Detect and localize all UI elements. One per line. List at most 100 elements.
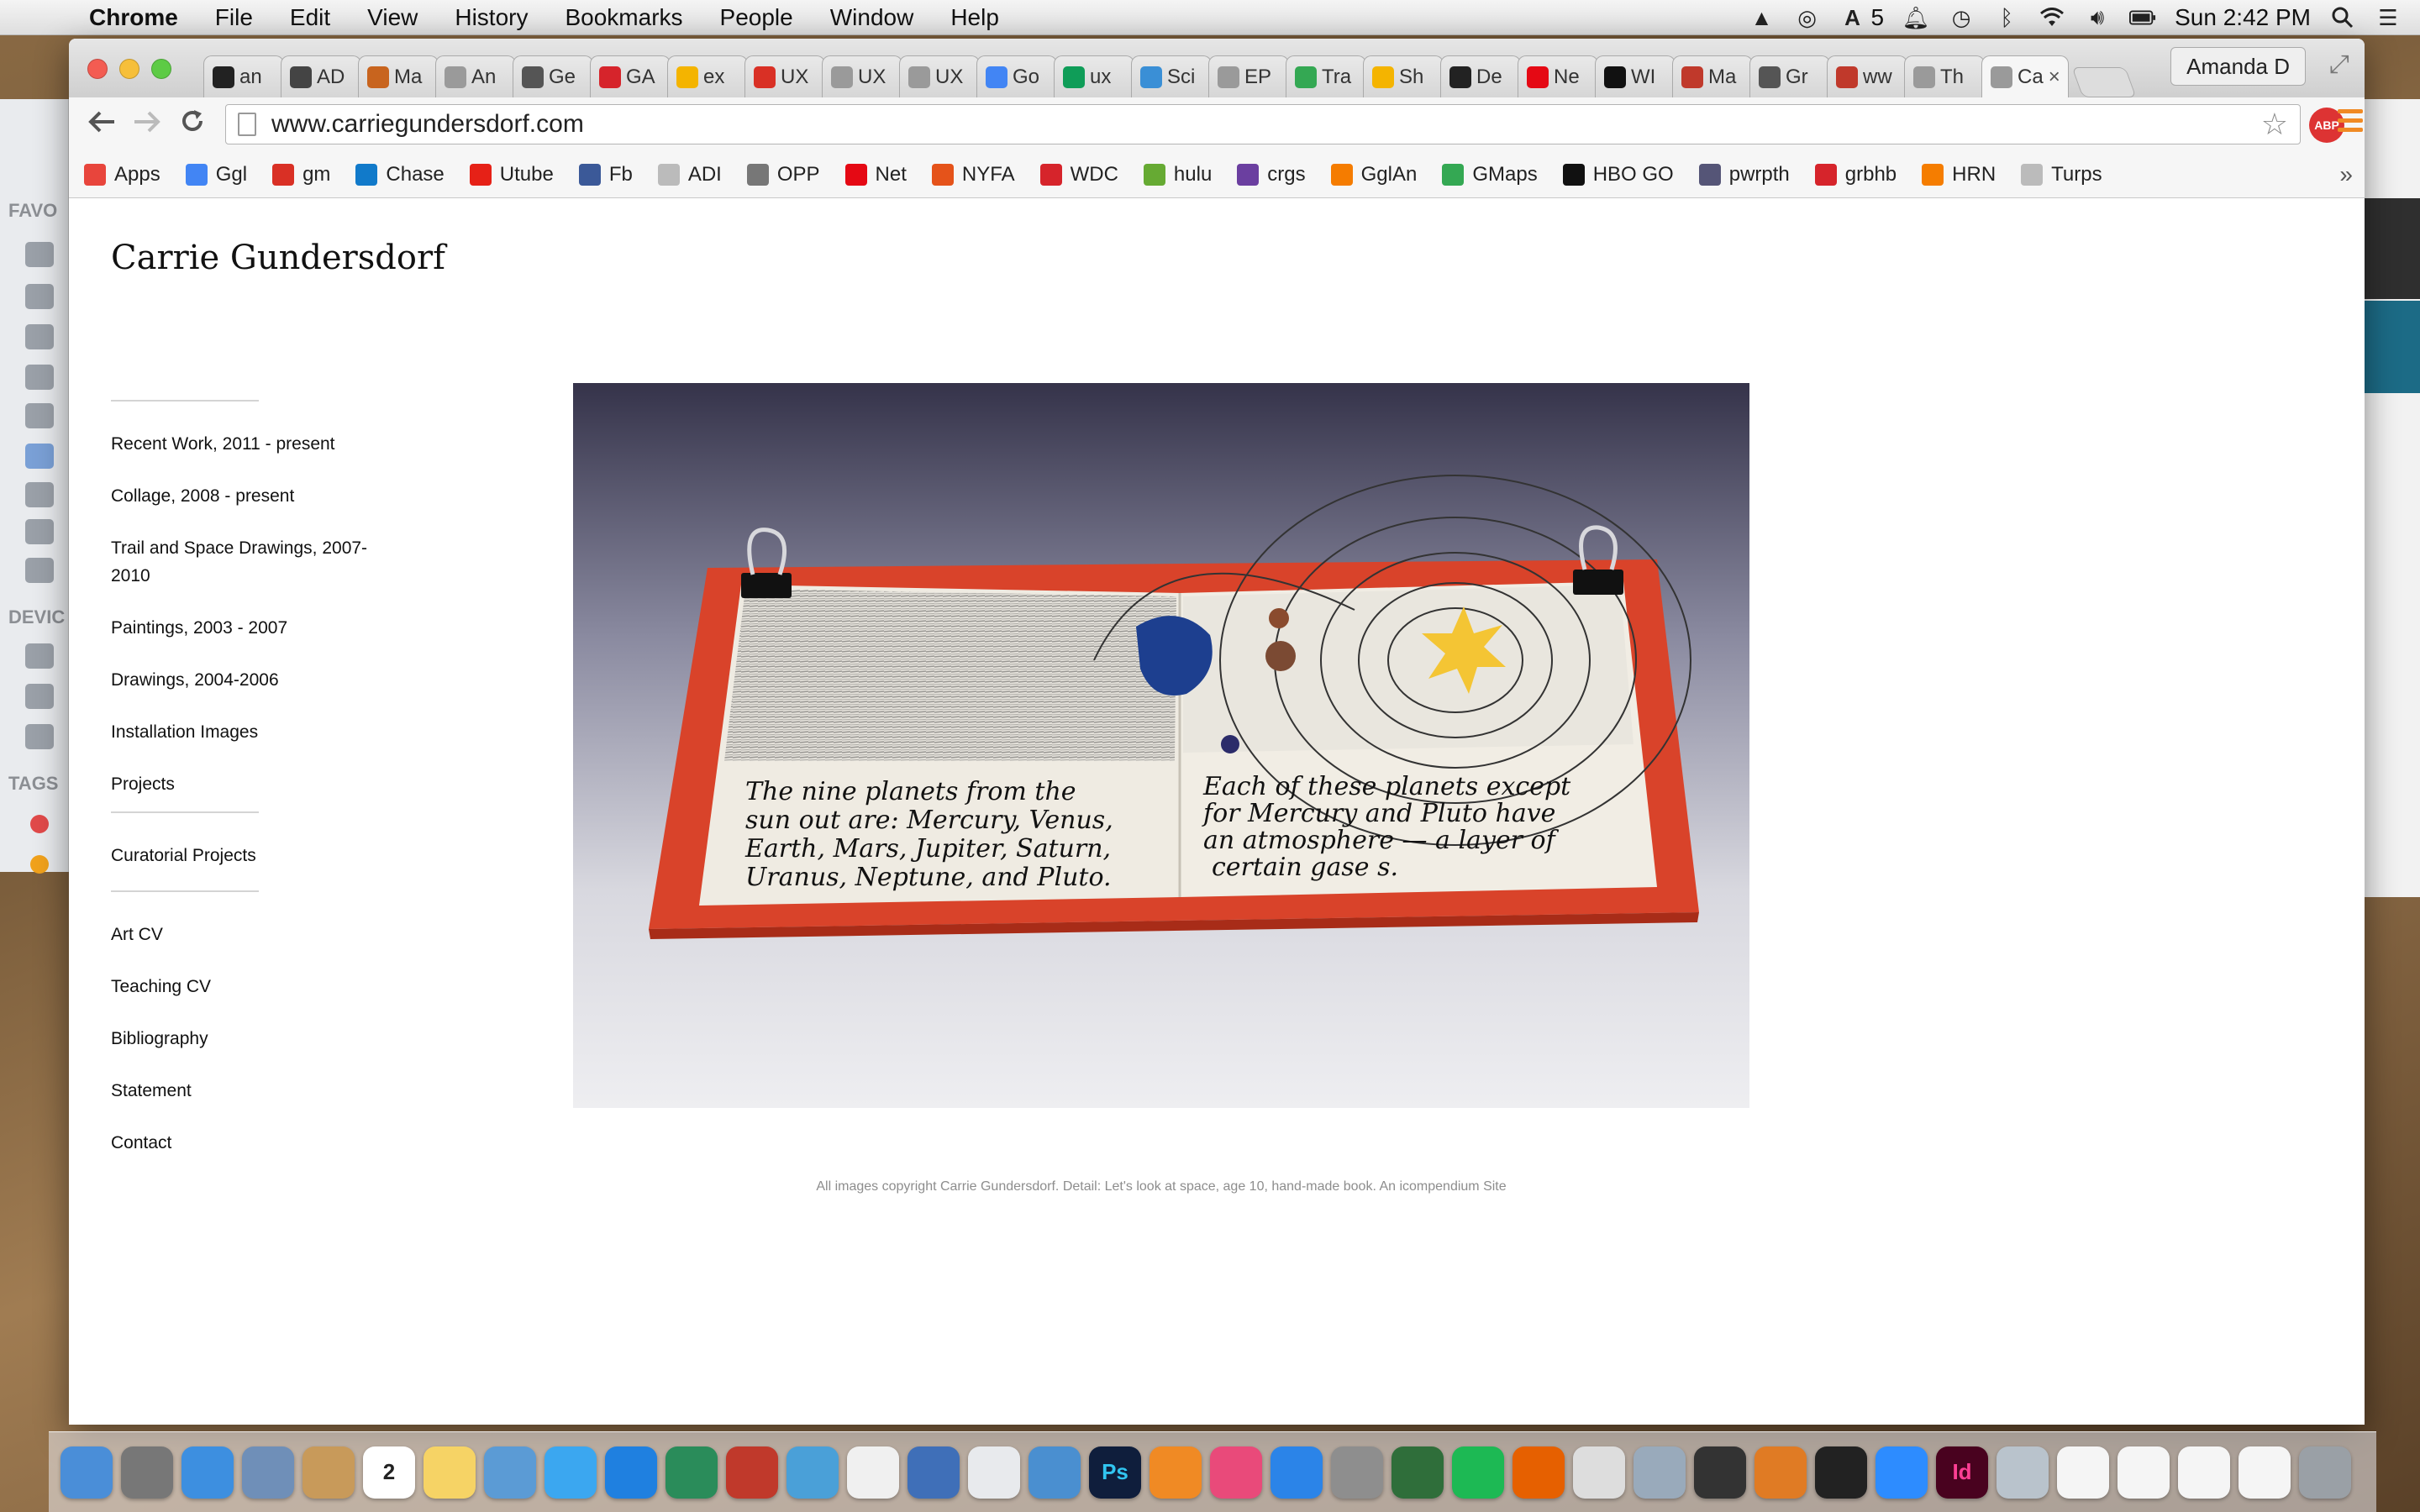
bookmark-item[interactable]: NYFA (931, 163, 1015, 186)
appstore-icon[interactable] (1270, 1446, 1323, 1499)
notification-center-icon[interactable]: ☰ (2375, 4, 2402, 31)
bookmark-item[interactable]: grbhb (1814, 163, 1897, 186)
browser-tab[interactable]: Go (976, 55, 1057, 97)
folder-icon[interactable] (1996, 1446, 2049, 1499)
nav-curatorial-projects[interactable]: Curatorial Projects (111, 842, 430, 869)
notes-icon[interactable] (424, 1446, 476, 1499)
nav-paintings[interactable]: Paintings, 2003 - 2007 (111, 614, 430, 642)
bookmarks-overflow-button[interactable]: » (2339, 161, 2353, 188)
finder-folder-icon[interactable] (25, 242, 54, 267)
browser-tab[interactable]: Tra (1286, 55, 1366, 97)
document-icon[interactable] (2238, 1446, 2291, 1499)
menu-window[interactable]: Window (812, 4, 933, 31)
menu-clock[interactable]: Sun 2:42 PM (2175, 4, 2311, 31)
headphones-icon[interactable]: ◎ (1794, 4, 1821, 31)
chrome-menu-button[interactable] (2338, 109, 2363, 137)
back-button[interactable] (79, 107, 124, 142)
wifi-icon[interactable] (2039, 4, 2065, 31)
battery-icon[interactable] (2129, 4, 2156, 31)
browser-tab[interactable]: Ne (1518, 55, 1598, 97)
bookmark-item[interactable]: WDC (1039, 163, 1118, 186)
preview-icon[interactable] (484, 1446, 536, 1499)
bookmark-item[interactable]: hulu (1143, 163, 1212, 186)
address-bar[interactable]: www.carriegundersdorf.com ☆ (225, 104, 2301, 144)
zoom-icon[interactable] (1876, 1446, 1928, 1499)
browser-tab[interactable]: An (435, 55, 516, 97)
facetime-icon[interactable] (666, 1446, 718, 1499)
tag-orange-icon[interactable] (30, 855, 49, 874)
nav-statement[interactable]: Statement (111, 1077, 430, 1105)
finder-disk-icon[interactable] (25, 643, 54, 669)
nav-recent-work[interactable]: Recent Work, 2011 - present (111, 430, 430, 458)
volume-icon[interactable]: 🔊︎ (2084, 4, 2111, 31)
reload-button[interactable] (170, 107, 215, 142)
document-icon[interactable] (2118, 1446, 2170, 1499)
browser-tab[interactable]: Sci (1131, 55, 1212, 97)
nav-contact[interactable]: Contact (111, 1129, 430, 1157)
itunes-icon[interactable] (1210, 1446, 1262, 1499)
browser-tab[interactable]: Ma (358, 55, 439, 97)
bookmark-item[interactable]: crgs (1237, 163, 1306, 186)
safari-icon[interactable] (182, 1446, 234, 1499)
photoshop-icon[interactable]: Ps (1089, 1446, 1141, 1499)
nav-projects[interactable]: Projects (111, 770, 430, 798)
browser-tab[interactable]: ex (667, 55, 748, 97)
finder-documents-icon[interactable] (25, 284, 54, 309)
finder-icon[interactable] (60, 1446, 113, 1499)
menu-app-chrome[interactable]: Chrome (71, 4, 197, 31)
finder-downloads-icon[interactable] (25, 482, 54, 507)
mail-bird-icon[interactable] (242, 1446, 294, 1499)
bookmark-item[interactable]: Apps (84, 163, 160, 186)
time-machine-icon[interactable]: ◷ (1948, 4, 1975, 31)
minimize-window-button[interactable] (119, 59, 139, 79)
browser-tab[interactable]: ux (1054, 55, 1134, 97)
browser-tab[interactable]: WI (1595, 55, 1676, 97)
browser-tab[interactable]: Gr (1749, 55, 1830, 97)
browser-tab[interactable]: GA (590, 55, 671, 97)
document-icon[interactable] (2057, 1446, 2109, 1499)
browser-tab[interactable]: ww (1827, 55, 1907, 97)
browser-tab[interactable]: Ge (513, 55, 593, 97)
dropbox-icon[interactable] (605, 1446, 657, 1499)
finder-drive-icon[interactable] (25, 684, 54, 709)
bookmark-item[interactable]: Utube (469, 163, 554, 186)
bookmark-item[interactable]: ADI (657, 163, 722, 186)
finder-desktop-icon[interactable] (25, 403, 54, 428)
tag-red-icon[interactable] (30, 815, 49, 833)
ibooks-icon[interactable] (1150, 1446, 1202, 1499)
bookmark-item[interactable]: Ggl (185, 163, 247, 186)
artwork-image[interactable]: The nine planets from the sun out are: M… (573, 383, 1749, 1108)
close-tab-icon[interactable]: × (2049, 66, 2060, 89)
sublime-icon[interactable] (1754, 1446, 1807, 1499)
browser-tab[interactable]: Sh (1363, 55, 1444, 97)
browser-tab[interactable]: De (1440, 55, 1521, 97)
bookmark-item[interactable]: GglAn (1330, 163, 1417, 186)
adobe-updates-badge[interactable]: A 5 (1839, 4, 1884, 31)
bookmark-item[interactable]: Turps (2021, 163, 2102, 186)
indesign-icon[interactable]: Id (1936, 1446, 1988, 1499)
finder-airdrop-icon[interactable] (25, 324, 54, 349)
bookmark-item[interactable]: Net (844, 163, 907, 186)
github-icon[interactable] (1815, 1446, 1867, 1499)
nav-art-cv[interactable]: Art CV (111, 921, 430, 948)
close-window-button[interactable] (87, 59, 108, 79)
photobooth-icon[interactable] (726, 1446, 778, 1499)
trash-icon[interactable] (2299, 1446, 2351, 1499)
menu-help[interactable]: Help (932, 4, 1018, 31)
bookmark-item[interactable]: HRN (1922, 163, 1996, 186)
menu-bookmarks[interactable]: Bookmarks (546, 4, 701, 31)
preview-photo-icon[interactable] (1634, 1446, 1686, 1499)
notification-bell-icon[interactable]: 🔔︎ (1902, 4, 1930, 31)
finder-applications-icon[interactable] (25, 365, 54, 390)
bookmark-item[interactable]: gm (272, 163, 330, 186)
nav-bibliography[interactable]: Bibliography (111, 1025, 430, 1053)
contacts-icon[interactable] (302, 1446, 355, 1499)
menu-people[interactable]: People (702, 4, 812, 31)
tab-active[interactable]: Ca × (1981, 55, 2069, 97)
nav-trail-space-drawings[interactable]: Trail and Space Drawings, 2007-2010 (111, 534, 397, 590)
zoom-window-button[interactable] (151, 59, 171, 79)
nav-collage[interactable]: Collage, 2008 - present (111, 482, 430, 510)
world-icon[interactable] (1392, 1446, 1444, 1499)
bookmark-star-icon[interactable]: ☆ (2261, 107, 2288, 142)
nav-teaching-cv[interactable]: Teaching CV (111, 973, 430, 1000)
